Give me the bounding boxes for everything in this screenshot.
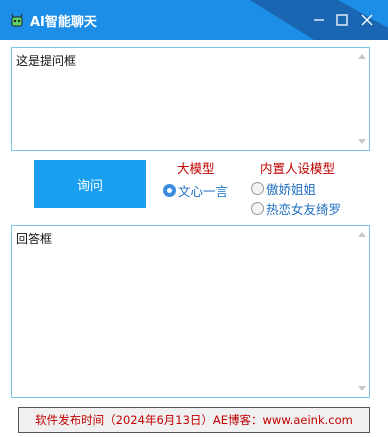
scroll-up-arrow-icon[interactable] <box>358 232 366 237</box>
maximize-button[interactable] <box>332 10 352 30</box>
scroll-up-arrow-icon[interactable] <box>358 54 366 59</box>
radio-tsundere-sister[interactable]: 傲娇姐姐 <box>251 179 316 198</box>
radio-label: 傲娇姐姐 <box>266 182 317 197</box>
radio-selected-icon <box>163 184 176 197</box>
release-info-footer: 软件发布时间（2024年6月13日）AE博客：www.aeink.com <box>18 407 370 433</box>
question-input[interactable]: 这是提问框 <box>11 47 370 151</box>
footer-text: 软件发布时间（2024年6月13日）AE博客：www.aeink.com <box>35 413 353 427</box>
answer-text: 回答框 <box>16 232 53 246</box>
radio-girlfriend-qiluo[interactable]: 热恋女友绮罗 <box>251 199 341 218</box>
android-robot-icon <box>11 13 23 27</box>
model-group-title: 大模型 <box>177 161 215 176</box>
radio-label: 文心一言 <box>178 184 229 199</box>
scroll-down-arrow-icon[interactable] <box>358 139 366 144</box>
minimize-button[interactable] <box>309 10 329 30</box>
persona-group-title: 内置人设模型 <box>260 161 336 176</box>
ask-button[interactable]: 询问 <box>34 160 146 208</box>
maximize-icon <box>336 14 348 26</box>
title-bar: AI智能聊天 <box>0 0 388 40</box>
minimize-icon <box>314 19 324 21</box>
window-title: AI智能聊天 <box>30 15 97 30</box>
radio-wenxin-yiyan[interactable]: 文心一言 <box>163 181 228 200</box>
close-button[interactable] <box>357 10 377 30</box>
radio-unselected-icon <box>251 182 264 195</box>
radio-unselected-icon <box>251 202 264 215</box>
close-icon <box>361 14 373 26</box>
answer-output[interactable]: 回答框 <box>11 225 370 398</box>
radio-label: 热恋女友绮罗 <box>266 202 342 217</box>
question-text: 这是提问框 <box>16 54 77 68</box>
scroll-down-arrow-icon[interactable] <box>358 386 366 391</box>
